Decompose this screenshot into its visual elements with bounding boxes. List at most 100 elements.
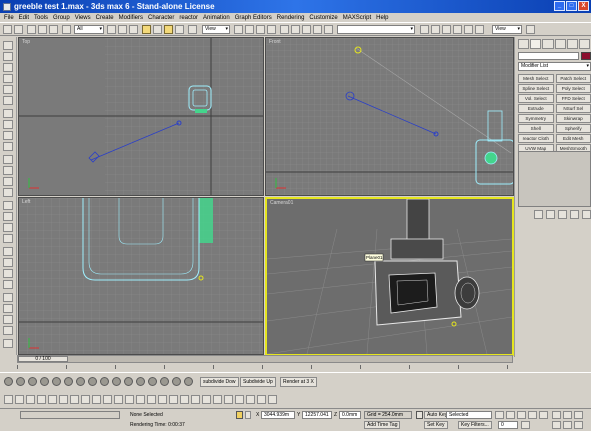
shelf-tool-4-icon[interactable] — [40, 377, 49, 386]
viewport-top-label[interactable]: Top — [22, 39, 30, 45]
quick-tool-19-icon[interactable] — [202, 395, 211, 404]
macro-subdivide-up-button[interactable]: Subdivide Up — [240, 377, 276, 387]
quick-tool-15-icon[interactable] — [158, 395, 167, 404]
quick-tool-24-icon[interactable] — [257, 395, 266, 404]
viewport-left-label[interactable]: Left — [22, 199, 30, 205]
strip-tool-20-icon[interactable] — [3, 258, 13, 267]
quick-tool-22-icon[interactable] — [235, 395, 244, 404]
menu-views[interactable]: Views — [75, 15, 91, 21]
quick-tool-8-icon[interactable] — [81, 395, 90, 404]
motion-tab-icon[interactable] — [554, 39, 566, 49]
pin-stack-icon[interactable] — [534, 210, 543, 219]
viewport-front[interactable]: Front — [265, 37, 514, 196]
quick-tool-25-icon[interactable] — [268, 395, 277, 404]
select-by-name-icon[interactable] — [107, 25, 116, 34]
vol-select-button[interactable]: Vol. Select — [518, 94, 554, 103]
patch-select-button[interactable]: Patch Select — [555, 74, 591, 83]
quick-tool-3-icon[interactable] — [26, 395, 35, 404]
symmetry-button[interactable]: Symmetry — [518, 114, 554, 123]
strip-tool-7-icon[interactable] — [3, 109, 13, 118]
time-slider[interactable]: 0 / 100 — [17, 355, 513, 363]
shelf-tool-5-icon[interactable] — [52, 377, 61, 386]
quick-tool-14-icon[interactable] — [147, 395, 156, 404]
quick-tool-7-icon[interactable] — [70, 395, 79, 404]
quick-tool-6-icon[interactable] — [59, 395, 68, 404]
strip-tool-21-icon[interactable] — [3, 269, 13, 278]
shelf-tool-6-icon[interactable] — [64, 377, 73, 386]
viewport-top[interactable]: Top — [18, 37, 264, 196]
modifier-stack[interactable] — [518, 151, 591, 207]
strip-tool-1-icon[interactable] — [3, 41, 13, 50]
menu-customize[interactable]: Customize — [309, 15, 337, 21]
strip-tool-3-icon[interactable] — [3, 63, 13, 72]
quick-tool-13-icon[interactable] — [136, 395, 145, 404]
shelf-tool-14-icon[interactable] — [160, 377, 169, 386]
shelf-tool-11-icon[interactable] — [124, 377, 133, 386]
utilities-tab-icon[interactable] — [578, 39, 591, 49]
orbit-view-icon[interactable] — [563, 421, 572, 429]
make-unique-icon[interactable] — [558, 210, 567, 219]
spline-select-button[interactable]: Spline Select — [518, 84, 554, 93]
strip-tool-24-icon[interactable] — [3, 304, 13, 313]
z-coordinate-field[interactable]: 0.0mm — [339, 411, 361, 419]
go-to-start-icon[interactable] — [495, 411, 504, 419]
quick-tool-21-icon[interactable] — [224, 395, 233, 404]
strip-tool-13-icon[interactable] — [3, 177, 13, 186]
create-tab-icon[interactable] — [518, 39, 530, 49]
menu-rendering[interactable]: Rendering — [277, 15, 305, 21]
menu-file[interactable]: File — [4, 15, 14, 21]
render-type-icon[interactable] — [453, 25, 462, 34]
use-center-icon[interactable] — [188, 25, 197, 34]
viewport-tool-icon[interactable] — [526, 25, 535, 34]
macro-render-at-3x-button[interactable]: Render at 3 X — [280, 377, 317, 387]
play-icon[interactable] — [517, 411, 526, 419]
menu-animation[interactable]: Animation — [203, 15, 230, 21]
quick-render-icon[interactable] — [442, 25, 451, 34]
selection-lock-icon[interactable] — [236, 411, 243, 419]
ffd-select-button[interactable]: FFD Select — [555, 94, 591, 103]
shelf-tool-7-icon[interactable] — [76, 377, 85, 386]
select-and-rotate-icon[interactable] — [153, 25, 162, 34]
skinwrap-button[interactable]: Skinwrap — [555, 114, 591, 123]
align-icon[interactable] — [302, 25, 311, 34]
strip-tool-19-icon[interactable] — [3, 247, 13, 256]
object-name-field[interactable] — [518, 52, 579, 60]
window-crossing-icon[interactable] — [129, 25, 138, 34]
x-coordinate-field[interactable]: 3044.939m — [261, 411, 295, 419]
shelf-tool-2-icon[interactable] — [16, 377, 25, 386]
display-tab-icon[interactable] — [566, 39, 578, 49]
activeshade-icon[interactable] — [475, 25, 484, 34]
close-button[interactable]: X — [578, 1, 589, 11]
named-selection-dropdown[interactable] — [337, 25, 415, 34]
angle-snap-icon[interactable] — [245, 25, 254, 34]
render-scene-icon[interactable] — [431, 25, 440, 34]
viewport-camera-label[interactable]: Camera01 — [270, 200, 293, 206]
time-configuration-icon[interactable] — [521, 421, 530, 429]
strip-tool-4-icon[interactable] — [3, 74, 13, 83]
strip-tool-18-icon[interactable] — [3, 234, 13, 243]
extrude-button[interactable]: Extrude — [518, 104, 554, 113]
strip-tool-26-icon[interactable] — [3, 326, 13, 335]
add-time-tag-button[interactable]: Add Time Tag — [364, 421, 401, 429]
quick-tool-2-icon[interactable] — [15, 395, 24, 404]
shelf-tool-15-icon[interactable] — [172, 377, 181, 386]
next-frame-icon[interactable] — [528, 411, 537, 419]
shelf-tool-16-icon[interactable] — [184, 377, 193, 386]
maximize-button[interactable]: □ — [566, 1, 577, 11]
mirror-icon[interactable] — [291, 25, 300, 34]
pan-view-icon[interactable] — [552, 411, 561, 419]
select-object-icon[interactable] — [62, 25, 71, 34]
menu-help[interactable]: Help — [376, 15, 388, 21]
shelf-tool-10-icon[interactable] — [112, 377, 121, 386]
unlink-icon[interactable] — [38, 25, 47, 34]
modifier-list-dropdown[interactable]: Modifier List — [518, 62, 591, 71]
curve-editor-icon[interactable] — [324, 25, 333, 34]
edit-mesh-button[interactable]: Edit Mesh — [555, 134, 591, 143]
menu-edit[interactable]: Edit — [19, 15, 29, 21]
strip-tool-16-icon[interactable] — [3, 212, 13, 221]
select-link-icon[interactable] — [27, 25, 36, 34]
track-bar[interactable] — [17, 363, 513, 372]
edit-named-selection-icon[interactable] — [280, 25, 289, 34]
shelf-tool-9-icon[interactable] — [100, 377, 109, 386]
spherify-button[interactable]: Spherify — [555, 124, 591, 133]
